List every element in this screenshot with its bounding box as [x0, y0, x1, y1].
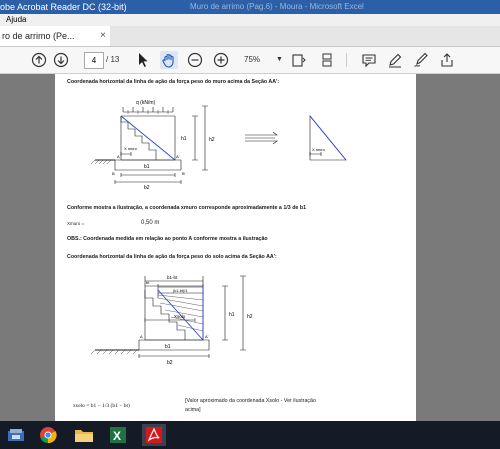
formula-note: [Valor aproximado da coordenada Xsolo - …	[185, 398, 316, 404]
label-xmuro-right: X muro	[312, 147, 326, 152]
minus-circle-icon	[187, 52, 203, 68]
hand-icon	[162, 53, 174, 68]
scroll-mode-button[interactable]	[318, 51, 336, 69]
file-explorer-icon	[8, 429, 24, 441]
svg-text:X: X	[113, 429, 121, 443]
zoom-level[interactable]: 75%	[244, 52, 276, 67]
toolbar-divider	[346, 53, 347, 67]
zoom-in-button[interactable]	[212, 51, 230, 69]
label-b2-solo: b2	[167, 360, 173, 366]
label-q: q (kN/m)	[136, 100, 156, 106]
fit-page-icon	[292, 54, 306, 67]
label-A2: A'	[176, 154, 180, 159]
zoom-out-button[interactable]	[186, 51, 204, 69]
label-b1-bt: b1-bt	[167, 275, 178, 280]
acrobat-icon	[146, 427, 162, 443]
document-tab-label: ro de arrimo (Pe...	[2, 31, 75, 41]
close-tab-icon[interactable]: ×	[100, 26, 106, 46]
page-up-button[interactable]	[30, 51, 48, 69]
label-B: B	[112, 171, 115, 176]
share-button[interactable]	[438, 51, 456, 69]
toolbar: 4 / 13 75% ▼	[0, 47, 500, 74]
label-b1-third: (b1-bt)/3	[173, 289, 187, 293]
comment-icon	[362, 54, 376, 68]
sign-pen-icon	[414, 52, 428, 67]
label-b1-solo: b1	[165, 344, 171, 350]
paragraph-conforme: Conforme mostra a ilustração, a coordena…	[67, 205, 307, 211]
arrow-down-circle-icon	[53, 52, 69, 68]
page-total: / 13	[106, 55, 120, 64]
taskbar: X	[0, 421, 500, 449]
comment-button[interactable]	[360, 51, 378, 69]
label-h1: h1	[181, 136, 187, 142]
page-down-button[interactable]	[52, 51, 70, 69]
xmuro-label: Xmuro =	[67, 221, 85, 226]
document-viewport[interactable]: Coordenada horizontal da linha de ação d…	[0, 74, 500, 421]
pdf-page: Coordenada horizontal da linha de ação d…	[55, 74, 416, 421]
menu-bar: Ajuda	[0, 14, 500, 26]
obs-note: OBS.: Coordenada medida em relação ao po…	[67, 236, 268, 242]
share-icon	[441, 53, 453, 67]
label-xsolo: Xsolo	[174, 314, 186, 319]
figure-muro-diagram: q (kN/m) h1 h2 X muro b1 b2 A A' B B' X …	[90, 100, 347, 191]
acrobat-button[interactable]	[142, 424, 166, 446]
label-A: A	[117, 154, 120, 159]
fit-page-button[interactable]	[290, 51, 308, 69]
heading-solo: Coordenada horizontal da linha de ação d…	[67, 254, 277, 260]
scroll-mode-icon	[322, 53, 332, 67]
menu-help[interactable]: Ajuda	[6, 14, 26, 26]
figure-solo-diagram: b1-bt bt (b1-bt)/3 Xsolo h1 h2 b1 b2 A A…	[90, 275, 253, 366]
window-title: obe Acrobat Reader DC (32-bit)	[0, 2, 127, 12]
label-h1-solo: h1	[229, 312, 235, 318]
label-b1: b1	[144, 164, 150, 170]
folder-button[interactable]	[72, 424, 96, 446]
window-title-center: Muro de arrimo (Pag.6) - Moura - Microso…	[190, 2, 364, 11]
sign-button[interactable]	[412, 51, 430, 69]
hand-tool-button[interactable]	[160, 51, 178, 69]
chevron-down-icon[interactable]: ▼	[276, 56, 283, 63]
label-xmuro: X muro	[124, 146, 138, 151]
document-tab[interactable]: ro de arrimo (Pe... ×	[0, 26, 110, 46]
title-bar: obe Acrobat Reader DC (32-bit) Muro de a…	[0, 0, 500, 14]
plus-circle-icon	[213, 52, 229, 68]
label-h2: h2	[209, 137, 215, 143]
highlight-button[interactable]	[386, 51, 404, 69]
tab-bar: ro de arrimo (Pe... ×	[0, 26, 500, 47]
select-tool-button[interactable]	[134, 51, 152, 69]
formula-xsolo: xsolo = b1 − 1/3 (b1 − bt)	[73, 403, 130, 409]
label-A-solo: A	[140, 334, 143, 339]
excel-icon: X	[110, 427, 126, 443]
label-h2-solo: h2	[247, 314, 253, 320]
file-explorer-button[interactable]	[4, 424, 28, 446]
label-b2: b2	[144, 185, 150, 191]
folder-icon	[75, 430, 93, 442]
formula-note-cont: acima]	[185, 407, 201, 413]
chrome-button[interactable]	[36, 424, 60, 446]
chrome-icon	[40, 427, 57, 444]
label-A2-solo: A'	[205, 334, 209, 339]
xmuro-value: 0,50 m	[141, 220, 160, 226]
page-number-input[interactable]: 4	[84, 52, 104, 69]
pen-icon	[389, 53, 402, 68]
excel-button[interactable]: X	[106, 424, 130, 446]
arrow-up-circle-icon	[31, 52, 47, 68]
cursor-arrow-icon	[139, 53, 148, 67]
label-B2: B'	[182, 171, 186, 176]
